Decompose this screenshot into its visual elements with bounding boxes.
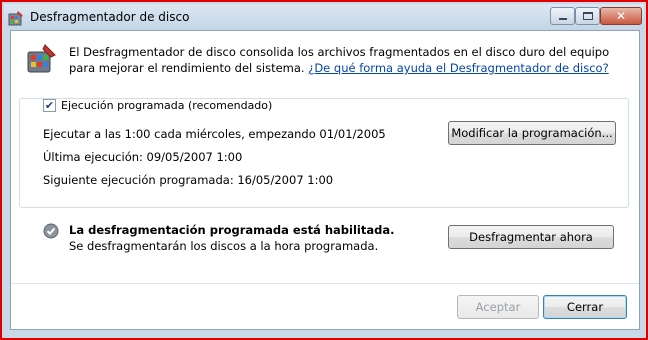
defrag-app-icon [8, 11, 23, 26]
window-title: Desfragmentador de disco [30, 10, 190, 24]
minimize-icon [558, 18, 567, 20]
window-frame: Desfragmentador de disco ✕ El Desfragmen… [0, 0, 648, 340]
status-title: La desfragmentación programada está habi… [69, 223, 395, 237]
close-button[interactable]: Cerrar [543, 295, 627, 319]
check-shield-icon [43, 223, 59, 239]
footer-divider [11, 283, 639, 284]
schedule-run-text: Ejecutar a las 1:00 cada miércoles, empe… [43, 127, 386, 141]
next-run-text: Siguiente ejecución programada: 16/05/20… [43, 173, 334, 187]
close-window-button[interactable]: ✕ [600, 7, 642, 25]
dialog-content: El Desfragmentador de disco consolida lo… [10, 30, 640, 330]
defrag-icon [27, 44, 56, 73]
maximize-icon [582, 12, 593, 20]
defragment-now-button[interactable]: Desfragmentar ahora [448, 225, 614, 249]
scheduled-run-checkbox[interactable]: ✔ [43, 99, 56, 112]
title-bar[interactable]: Desfragmentador de disco ✕ [4, 4, 644, 30]
intro-paragraph: El Desfragmentador de disco consolida lo… [69, 44, 629, 76]
scheduled-run-label: Ejecución programada (recomendado) [61, 99, 273, 112]
accept-button[interactable]: Aceptar [457, 295, 539, 319]
status-subtitle: Se desfragmentarán los discos a la hora … [69, 239, 379, 253]
scheduled-run-checkbox-row[interactable]: ✔ Ejecución programada (recomendado) [43, 99, 272, 112]
help-link[interactable]: ¿De qué forma ayuda el Desfragmentador d… [308, 61, 608, 75]
modify-schedule-button[interactable]: Modificar la programación... [448, 121, 616, 145]
last-run-text: Última ejecución: 09/05/2007 1:00 [43, 150, 243, 164]
minimize-button[interactable] [550, 7, 575, 25]
close-icon: ✕ [615, 9, 627, 23]
maximize-button[interactable] [575, 7, 600, 25]
